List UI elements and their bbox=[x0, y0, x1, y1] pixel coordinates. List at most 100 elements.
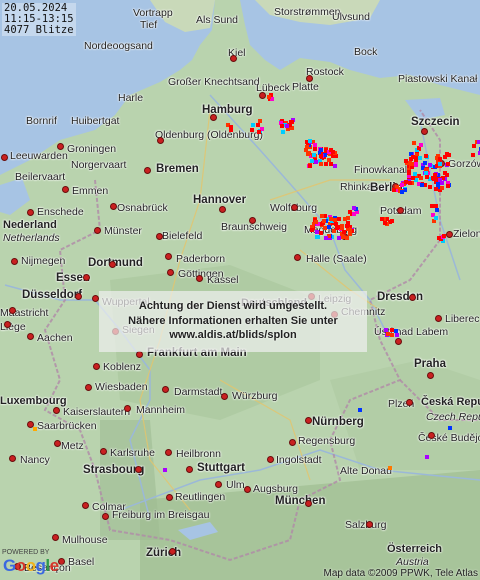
city-marker[interactable] bbox=[110, 203, 117, 210]
city-marker[interactable] bbox=[428, 432, 435, 439]
city-marker[interactable] bbox=[219, 206, 226, 213]
lightning-strike bbox=[423, 171, 428, 176]
city-marker[interactable] bbox=[53, 407, 60, 414]
city-label: Hamburg bbox=[202, 104, 253, 116]
city-marker[interactable] bbox=[244, 486, 251, 493]
city-marker[interactable] bbox=[93, 363, 100, 370]
city-marker[interactable] bbox=[366, 521, 373, 528]
city-marker[interactable] bbox=[100, 448, 107, 455]
lightning-strike bbox=[443, 155, 448, 160]
city-label: Kassel bbox=[207, 274, 239, 286]
lightning-strike bbox=[448, 426, 452, 430]
city-marker[interactable] bbox=[85, 384, 92, 391]
city-marker[interactable] bbox=[169, 548, 176, 555]
city-marker[interactable] bbox=[406, 399, 413, 406]
lightning-strike bbox=[424, 154, 429, 159]
city-marker[interactable] bbox=[94, 227, 101, 234]
city-label: Nordeoogsand bbox=[84, 40, 153, 52]
city-marker[interactable] bbox=[289, 439, 296, 446]
city-marker[interactable] bbox=[162, 386, 169, 393]
lightning-strike bbox=[290, 119, 295, 124]
lightning-strike bbox=[411, 141, 416, 146]
lightning-map[interactable]: Vortrapp Tief Als Sund Storstrømmen Ulvsund N… bbox=[0, 0, 480, 580]
city-marker[interactable] bbox=[435, 315, 442, 322]
city-marker[interactable] bbox=[305, 500, 312, 507]
city-marker[interactable] bbox=[52, 534, 59, 541]
city-marker[interactable] bbox=[210, 114, 217, 121]
city-marker[interactable] bbox=[421, 128, 428, 135]
city-label: Freiburg im Breisgau bbox=[112, 509, 210, 521]
city-marker[interactable] bbox=[144, 167, 151, 174]
city-marker[interactable] bbox=[109, 261, 116, 268]
city-marker[interactable] bbox=[165, 449, 172, 456]
city-marker[interactable] bbox=[165, 253, 172, 260]
lightning-strike bbox=[384, 328, 389, 333]
lightning-strike bbox=[324, 162, 329, 167]
city-label: Reutlingen bbox=[175, 491, 226, 503]
city-marker[interactable] bbox=[157, 137, 164, 144]
lightning-strike bbox=[471, 153, 476, 158]
city-marker[interactable] bbox=[291, 204, 298, 211]
city-marker[interactable] bbox=[27, 333, 34, 340]
city-marker[interactable] bbox=[124, 405, 131, 412]
city-label: Als Sund bbox=[196, 14, 239, 26]
city-marker[interactable] bbox=[92, 295, 99, 302]
city-marker[interactable] bbox=[196, 275, 203, 282]
lightning-strike bbox=[347, 232, 352, 237]
city-label: Luxembourg bbox=[0, 395, 67, 407]
city-marker[interactable] bbox=[156, 233, 163, 240]
city-marker[interactable] bbox=[102, 513, 109, 520]
lightning-strike bbox=[319, 214, 324, 219]
city-marker[interactable] bbox=[446, 231, 453, 238]
city-marker[interactable] bbox=[167, 269, 174, 276]
lightning-strike bbox=[257, 130, 262, 135]
lightning-strike bbox=[399, 190, 404, 195]
city-label: Česká Republika bbox=[421, 396, 480, 408]
city-marker[interactable] bbox=[267, 456, 274, 463]
city-marker[interactable] bbox=[395, 338, 402, 345]
city-label: Nederland bbox=[3, 219, 57, 231]
city-marker[interactable] bbox=[9, 455, 16, 462]
google-logo[interactable]: Google bbox=[3, 556, 59, 576]
city-label: Heilbronn bbox=[176, 448, 221, 460]
lightning-strike bbox=[308, 163, 313, 168]
lightning-strike bbox=[250, 127, 255, 132]
city-marker[interactable] bbox=[409, 294, 416, 301]
lightning-strike bbox=[313, 220, 318, 225]
city-marker[interactable] bbox=[397, 207, 404, 214]
city-marker[interactable] bbox=[9, 307, 16, 314]
city-marker[interactable] bbox=[186, 466, 193, 473]
city-marker[interactable] bbox=[215, 481, 222, 488]
lightning-strike bbox=[428, 184, 433, 189]
city-marker[interactable] bbox=[427, 372, 434, 379]
city-marker[interactable] bbox=[221, 393, 228, 400]
lightning-strike bbox=[348, 210, 353, 215]
lightning-strike bbox=[312, 152, 317, 157]
lightning-strike bbox=[420, 183, 425, 188]
city-marker[interactable] bbox=[75, 293, 82, 300]
city-marker[interactable] bbox=[1, 154, 8, 161]
city-marker[interactable] bbox=[57, 143, 64, 150]
city-marker[interactable] bbox=[4, 321, 11, 328]
city-label: Österreich bbox=[387, 543, 443, 555]
lightning-strike bbox=[306, 152, 311, 157]
city-label: Mannheim bbox=[136, 404, 186, 416]
city-marker[interactable] bbox=[11, 258, 18, 265]
city-marker[interactable] bbox=[136, 351, 143, 358]
city-marker[interactable] bbox=[83, 274, 90, 281]
city-marker[interactable] bbox=[27, 209, 34, 216]
city-marker[interactable] bbox=[54, 440, 61, 447]
city-marker[interactable] bbox=[166, 494, 173, 501]
city-marker[interactable] bbox=[259, 92, 266, 99]
city-label: Harle bbox=[118, 92, 144, 104]
city-marker[interactable] bbox=[249, 217, 256, 224]
city-marker[interactable] bbox=[230, 55, 237, 62]
notice-url[interactable]: www.aldis.at/blids/splon bbox=[99, 329, 367, 341]
city-marker[interactable] bbox=[305, 417, 312, 424]
city-marker[interactable] bbox=[82, 502, 89, 509]
lightning-strike bbox=[316, 235, 321, 240]
lightning-strike bbox=[267, 94, 272, 99]
city-marker[interactable] bbox=[294, 254, 301, 261]
city-marker[interactable] bbox=[62, 186, 69, 193]
city-marker[interactable] bbox=[135, 466, 142, 473]
